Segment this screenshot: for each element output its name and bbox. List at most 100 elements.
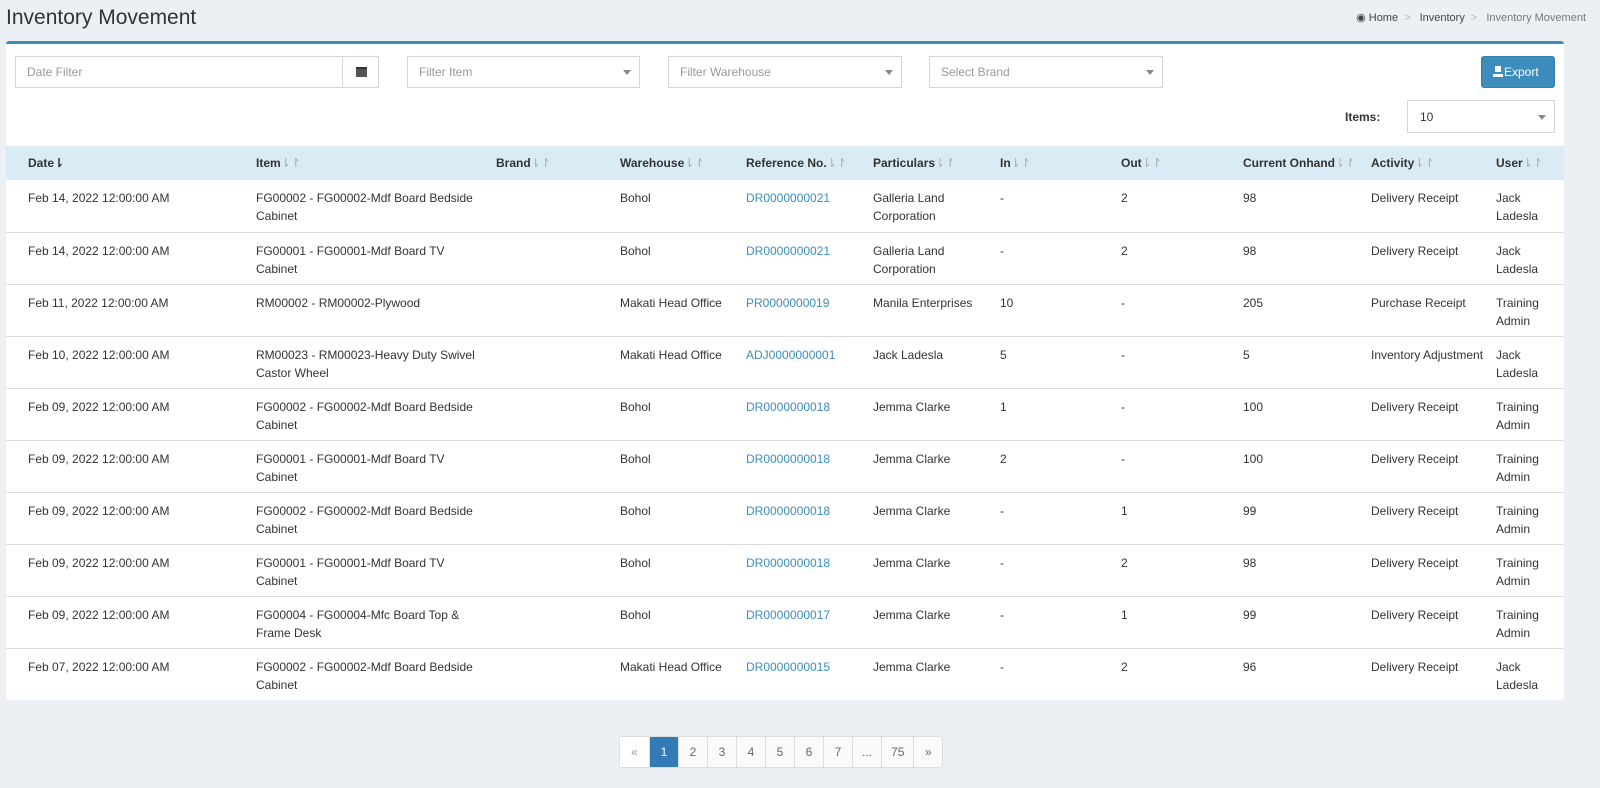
pagination-page[interactable]: ... [852,737,881,767]
cell-out: - [1115,439,1237,492]
column-label: Out [1121,156,1142,170]
reference-link[interactable]: PR0000000019 [746,296,829,310]
filter-warehouse-placeholder: Filter Warehouse [680,65,771,79]
reference-link[interactable]: DR0000000015 [746,660,830,674]
cell-activity: Delivery Receipt [1365,595,1490,648]
chevron-down-icon [1538,115,1546,120]
cell-date: Feb 09, 2022 12:00:00 AM [6,491,250,544]
column-header-user[interactable]: User⇂↾ [1490,146,1564,180]
cell-out: - [1115,283,1237,336]
page-title: Inventory Movement [6,6,197,29]
inventory-table: Date⇂ Item⇂↾ Brand⇂↾ Warehouse⇂↾ Reference N… [6,146,1564,700]
reference-link[interactable]: DR0000000021 [746,244,830,258]
pagination-page[interactable]: 5 [765,737,794,767]
cell-current-onhand: 99 [1237,595,1365,648]
reference-link[interactable]: DR0000000021 [746,191,830,205]
reference-link[interactable]: DR0000000018 [746,504,830,518]
cell-in: - [994,543,1115,596]
pagination-page[interactable]: 75 [881,737,913,767]
cell-out: 2 [1115,231,1237,284]
sort-icon[interactable]: ⇂↾ [684,156,704,170]
table-row: Feb 11, 2022 12:00:00 AM RM00002 - RM0000… [6,283,1564,336]
sort-icon[interactable]: ⇂↾ [1335,156,1355,170]
column-label: Date [28,156,55,170]
cell-out: 2 [1115,543,1237,596]
cell-reference-no: DR0000000018 [740,387,867,440]
cell-date: Feb 10, 2022 12:00:00 AM [6,335,250,388]
select-brand-select[interactable]: Select Brand [929,56,1163,88]
cell-warehouse: Makati Head Office [614,335,740,388]
cell-activity: Delivery Receipt [1365,491,1490,544]
column-header-reference-no[interactable]: Reference No.⇂↾ [740,146,867,180]
breadcrumb-inventory[interactable]: Inventory [1420,12,1465,24]
pagination-page[interactable]: 6 [794,737,823,767]
breadcrumb: ◉ Home > Inventory > Inventory Movement [1356,12,1586,24]
cell-in: 10 [994,283,1115,336]
filter-warehouse-select[interactable]: Filter Warehouse [668,56,902,88]
sort-icon[interactable]: ⇂↾ [1414,156,1434,170]
cell-brand [490,595,614,648]
sort-icon[interactable]: ⇂↾ [827,156,847,170]
pagination-page[interactable]: 2 [678,737,707,767]
pagination-page[interactable]: 4 [736,737,765,767]
cell-item: FG00002 - FG00002-Mdf Board Bedside Cabi… [250,647,490,700]
cell-particulars: Manila Enterprises [867,283,994,336]
column-label: Particulars [873,156,936,170]
cell-current-onhand: 98 [1243,191,1257,205]
cell-particulars: Jemma Clarke [867,439,994,492]
reference-link[interactable]: DR0000000018 [746,400,830,414]
pagination-page[interactable]: 1 [649,737,678,767]
breadcrumb-home[interactable]: Home [1369,12,1398,24]
cell-activity: Delivery Receipt [1371,191,1459,205]
sort-icon[interactable]: ⇂↾ [1142,156,1162,170]
sort-icon[interactable]: ⇂↾ [281,156,301,170]
table-row: Feb 09, 2022 12:00:00 AM FG00004 - FG0000… [6,595,1564,648]
cell-date: Feb 11, 2022 12:00:00 AM [6,283,250,336]
sort-icon[interactable]: ⇂↾ [531,156,551,170]
reference-link[interactable]: DR0000000017 [746,608,830,622]
column-header-current-onhand[interactable]: Current Onhand⇂↾ [1237,146,1365,180]
cell-brand [490,387,614,440]
sort-icon[interactable]: ⇂↾ [935,156,955,170]
items-per-page-value: 10 [1420,110,1434,124]
calendar-button[interactable] [342,56,379,88]
reference-link[interactable]: ADJ0000000001 [746,348,835,362]
sort-icon[interactable]: ⇂↾ [1523,156,1543,170]
sort-icon[interactable]: ⇂↾ [1011,156,1031,170]
sort-icon[interactable]: ⇂ [54,156,64,170]
calendar-icon [356,67,367,77]
pagination-prev[interactable]: « [620,737,649,767]
column-header-activity[interactable]: Activity⇂↾ [1365,146,1490,180]
cell-warehouse: Bohol [614,439,740,492]
cell-activity: Delivery Receipt [1365,231,1490,284]
cell-date: Feb 14, 2022 12:00:00 AM [6,231,250,284]
column-header-particulars[interactable]: Particulars⇂↾ [867,146,994,180]
column-header-out[interactable]: Out⇂↾ [1115,146,1237,180]
pagination-next[interactable]: » [913,737,942,767]
export-button[interactable]: Export [1481,56,1555,88]
cell-current-onhand: 205 [1237,283,1365,336]
cell-out: 2 [1121,191,1128,205]
items-per-page-select[interactable]: 10 [1407,100,1555,133]
cell-reference-no: DR0000000015 [740,647,867,700]
cell-item: FG00001 - FG00001-Mdf Board TV Cabinet [250,439,490,492]
cell-particulars: Jemma Clarke [867,543,994,596]
cell-particulars: Jack Ladesla [867,335,994,388]
cell-user: Training Admin [1490,543,1564,596]
cell-date: Feb 09, 2022 12:00:00 AM [6,387,250,440]
table-row: Feb 09, 2022 12:00:00 AM FG00002 - FG0000… [6,387,1564,440]
cell-current-onhand: 96 [1237,647,1365,700]
column-header-date[interactable]: Date⇂ [6,146,250,180]
pagination-page[interactable]: 7 [823,737,852,767]
column-header-warehouse[interactable]: Warehouse⇂↾ [614,146,740,180]
filter-item-placeholder: Filter Item [419,65,473,79]
column-header-in[interactable]: In⇂↾ [994,146,1115,180]
column-header-item[interactable]: Item⇂↾ [250,146,490,180]
reference-link[interactable]: DR0000000018 [746,556,830,570]
filter-item-select[interactable]: Filter Item [407,56,640,88]
cell-brand [490,491,614,544]
column-header-brand[interactable]: Brand⇂↾ [490,146,614,180]
date-filter-input[interactable]: Date Filter [15,56,343,88]
pagination-page[interactable]: 3 [707,737,736,767]
reference-link[interactable]: DR0000000018 [746,452,830,466]
